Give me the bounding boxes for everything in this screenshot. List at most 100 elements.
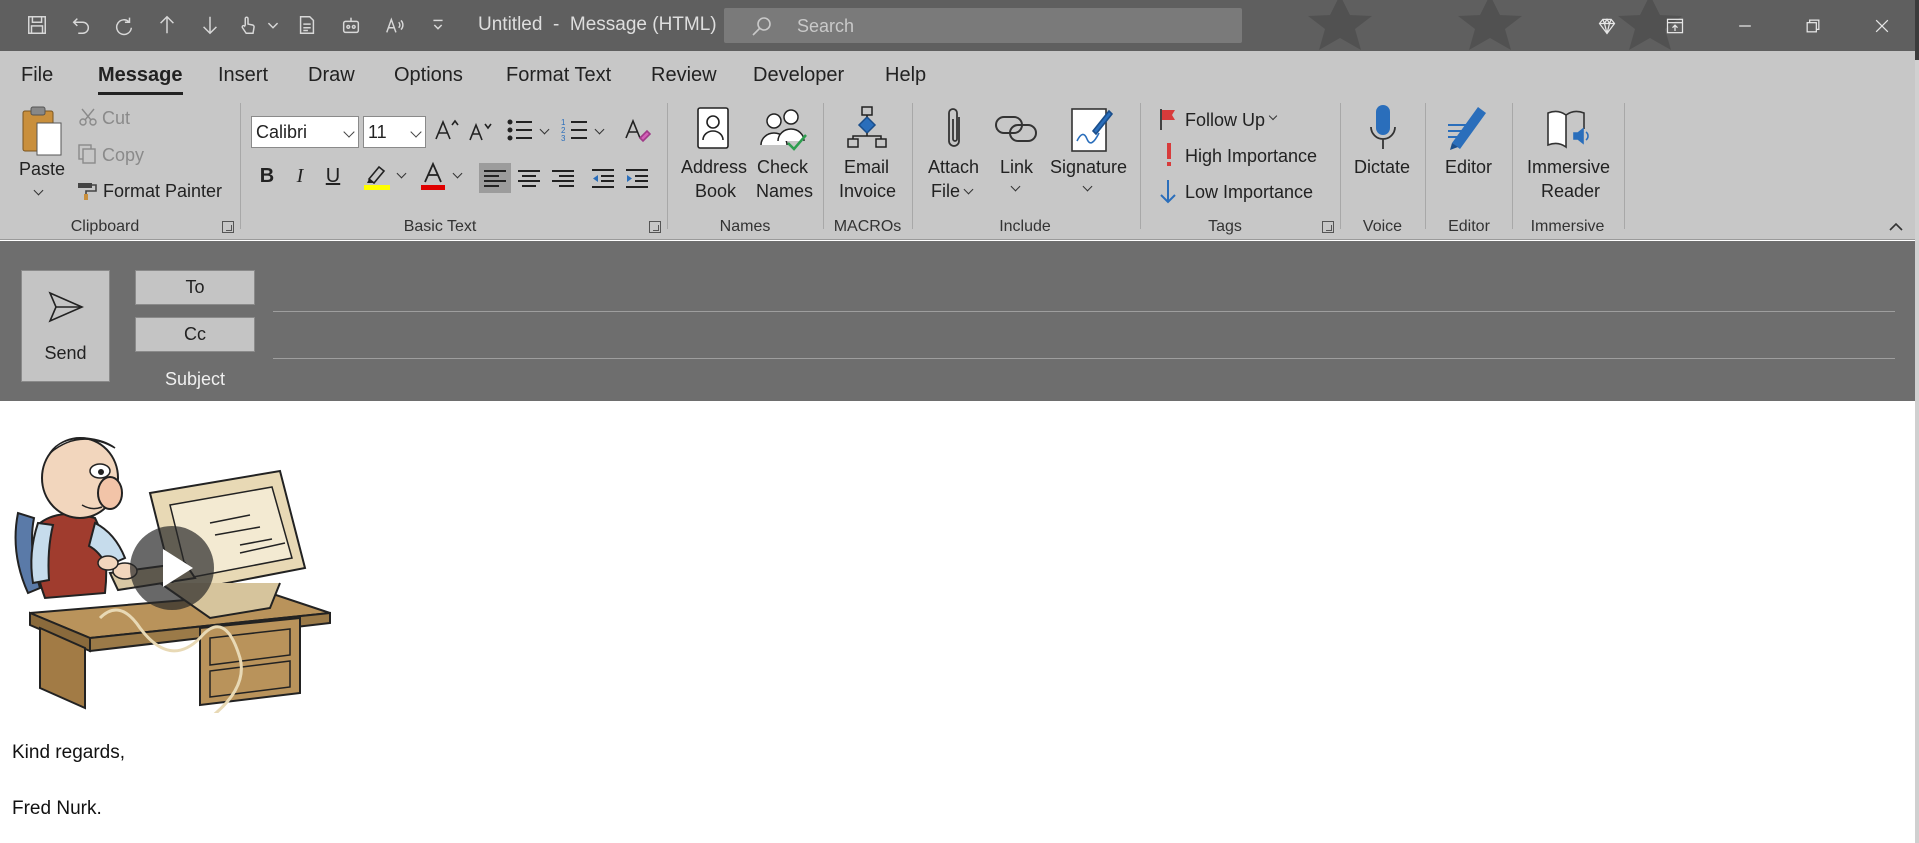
address-book-icon[interactable] xyxy=(695,106,731,150)
customize-toolbar-icon[interactable] xyxy=(423,10,453,40)
robot-icon[interactable] xyxy=(336,10,366,40)
tags-dialog-launcher[interactable] xyxy=(1322,221,1334,233)
tab-format-text[interactable]: Format Text xyxy=(506,64,611,87)
bullets-icon[interactable] xyxy=(506,117,534,143)
grow-font-icon[interactable] xyxy=(433,117,459,143)
collapse-ribbon-icon[interactable] xyxy=(1888,220,1904,232)
scrollbar-thumb[interactable] xyxy=(1915,0,1919,60)
immersive-reader-icon[interactable] xyxy=(1544,107,1592,151)
ribbon-display-options-icon[interactable] xyxy=(1655,8,1695,43)
cut-button[interactable]: Cut xyxy=(102,108,130,129)
microphone-icon[interactable] xyxy=(1368,103,1398,155)
high-importance-button[interactable]: High Importance xyxy=(1185,146,1317,167)
touch-mode-icon[interactable] xyxy=(233,10,263,40)
tab-draw[interactable]: Draw xyxy=(308,64,355,87)
email-invoice-label-2[interactable]: Invoice xyxy=(839,181,896,202)
signature-label[interactable]: Signature xyxy=(1050,157,1127,178)
to-button[interactable]: To xyxy=(135,270,255,305)
editor-label[interactable]: Editor xyxy=(1445,157,1492,178)
follow-up-chevron-icon[interactable] xyxy=(1268,111,1278,121)
message-body[interactable]: Kind regards, Fred Nurk. xyxy=(0,401,1919,843)
email-invoice-icon[interactable] xyxy=(845,105,889,151)
font-color-icon[interactable] xyxy=(419,161,447,191)
bold-button[interactable]: B xyxy=(254,161,280,191)
decrease-indent-icon[interactable] xyxy=(589,163,617,193)
scrollbar-track[interactable] xyxy=(1915,0,1919,843)
numbering-icon[interactable]: 123 xyxy=(561,117,589,143)
play-button[interactable] xyxy=(130,526,214,610)
editor-icon[interactable] xyxy=(1446,103,1490,151)
align-center-icon[interactable] xyxy=(515,163,543,193)
tags-group-label: Tags xyxy=(1208,218,1242,235)
ribbon-separator xyxy=(1425,103,1426,229)
attach-chevron-icon[interactable] xyxy=(963,184,974,195)
check-names-icon[interactable] xyxy=(758,105,808,153)
basic-text-dialog-launcher[interactable] xyxy=(649,221,661,233)
tab-review[interactable]: Review xyxy=(651,64,717,87)
attach-file-label-2[interactable]: File xyxy=(931,181,960,202)
clipboard-dialog-launcher[interactable] xyxy=(222,221,234,233)
undo-icon[interactable] xyxy=(66,10,96,40)
immersive-reader-label-2[interactable]: Reader xyxy=(1541,181,1600,202)
shrink-font-icon[interactable] xyxy=(467,119,493,143)
font-name-combo[interactable]: Calibri xyxy=(251,116,359,148)
read-aloud-icon[interactable] xyxy=(380,10,410,40)
ribbon-separator xyxy=(1140,103,1141,229)
diamond-icon[interactable] xyxy=(1587,8,1627,43)
check-names-label-2[interactable]: Names xyxy=(756,181,813,202)
format-painter-button[interactable]: Format Painter xyxy=(103,181,222,202)
highlight-color-icon[interactable] xyxy=(363,161,391,191)
search-box[interactable]: Search xyxy=(724,8,1242,43)
address-book-label-1[interactable]: Address xyxy=(681,157,747,178)
signature-chevron-icon[interactable] xyxy=(1082,181,1093,192)
align-left-icon[interactable] xyxy=(479,163,511,193)
close-icon[interactable] xyxy=(1862,8,1902,43)
arrow-down-icon[interactable] xyxy=(195,10,225,40)
clear-formatting-icon[interactable] xyxy=(623,116,651,144)
minimize-icon[interactable] xyxy=(1725,8,1765,43)
attach-file-label-1[interactable]: Attach xyxy=(928,157,979,178)
tab-help[interactable]: Help xyxy=(885,64,926,87)
underline-button[interactable]: U xyxy=(320,161,346,191)
dictate-label[interactable]: Dictate xyxy=(1354,157,1410,178)
link-chevron-icon[interactable] xyxy=(1010,181,1021,192)
bullets-chevron-icon[interactable] xyxy=(539,124,550,135)
link-label[interactable]: Link xyxy=(1000,157,1033,178)
restore-icon[interactable] xyxy=(1793,8,1833,43)
tab-message[interactable]: Message xyxy=(98,64,183,95)
signature-icon[interactable] xyxy=(1069,105,1113,153)
highlight-chevron-icon[interactable] xyxy=(396,168,407,179)
email-invoice-label-1[interactable]: Email xyxy=(844,157,889,178)
check-names-label-1[interactable]: Check xyxy=(757,157,808,178)
font-color-chevron-icon[interactable] xyxy=(452,168,463,179)
numbering-chevron-icon[interactable] xyxy=(594,124,605,135)
italic-button[interactable]: I xyxy=(287,161,313,191)
increase-indent-icon[interactable] xyxy=(623,163,651,193)
paste-label[interactable]: Paste xyxy=(19,159,65,180)
tab-insert[interactable]: Insert xyxy=(218,64,268,87)
paste-chevron-icon[interactable] xyxy=(33,185,44,196)
chevron-down-icon[interactable] xyxy=(262,10,284,40)
cc-field[interactable] xyxy=(273,358,1895,359)
font-size-value: 11 xyxy=(368,122,387,142)
follow-up-button[interactable]: Follow Up xyxy=(1185,110,1265,131)
tab-options[interactable]: Options xyxy=(394,64,463,87)
address-book-label-2[interactable]: Book xyxy=(695,181,736,202)
to-field[interactable] xyxy=(273,311,1895,312)
arrow-up-icon[interactable] xyxy=(152,10,182,40)
paste-icon[interactable] xyxy=(19,105,65,157)
paperclip-icon[interactable] xyxy=(940,105,968,155)
cc-button[interactable]: Cc xyxy=(135,317,255,352)
save-icon[interactable] xyxy=(22,10,52,40)
tab-file[interactable]: File xyxy=(21,64,53,87)
font-size-combo[interactable]: 11 xyxy=(363,116,426,148)
tab-developer[interactable]: Developer xyxy=(753,64,844,87)
form-icon[interactable] xyxy=(292,10,322,40)
align-right-icon[interactable] xyxy=(549,163,577,193)
immersive-reader-label-1[interactable]: Immersive xyxy=(1527,157,1610,178)
copy-button[interactable]: Copy xyxy=(102,145,144,166)
link-icon[interactable] xyxy=(994,111,1038,147)
low-importance-button[interactable]: Low Importance xyxy=(1185,182,1313,203)
redo-icon[interactable] xyxy=(109,10,139,40)
send-button[interactable]: Send xyxy=(21,270,110,382)
